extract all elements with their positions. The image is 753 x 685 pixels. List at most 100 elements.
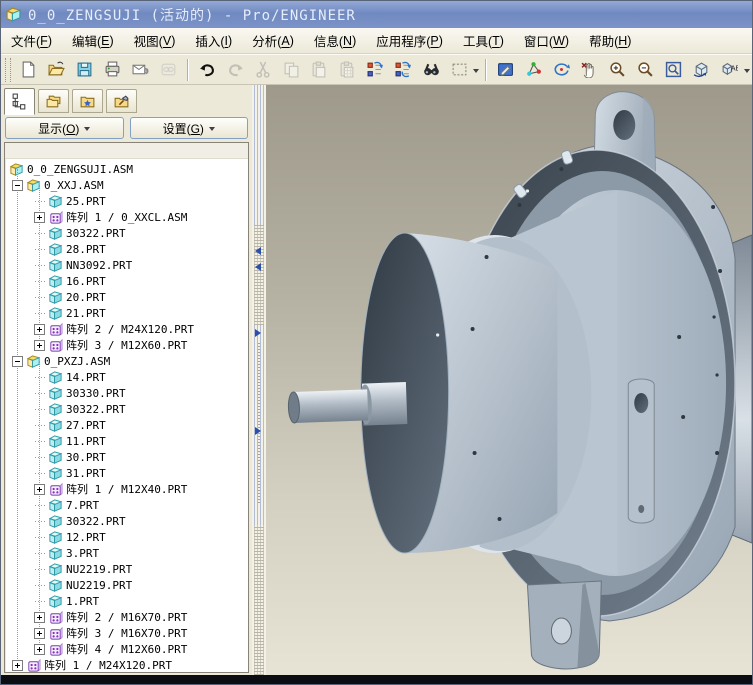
expand-plus-icon[interactable] (34, 483, 45, 495)
refit-button[interactable] (661, 57, 687, 82)
window-title: 0_0_ZENGSUJI (活动的) - Pro/ENGINEER (28, 7, 356, 24)
part-icon (48, 386, 63, 401)
tree-item-label[interactable]: 30322.PRT (66, 227, 126, 240)
expand-plus-icon[interactable] (34, 339, 45, 351)
show-menu-button[interactable]: 显示(O) (5, 117, 124, 139)
collapse-left-icon[interactable] (255, 263, 261, 271)
expand-plus-icon[interactable] (34, 627, 45, 639)
new-file-button[interactable] (16, 57, 42, 82)
undo-button[interactable] (194, 57, 220, 82)
tree-item-label[interactable]: 阵列 3 / M12X60.PRT (66, 337, 187, 353)
toolbar-grip[interactable] (5, 57, 11, 82)
tree-item-label[interactable]: 阵列 2 / M16X70.PRT (66, 609, 187, 625)
chevron-down-icon[interactable] (743, 68, 750, 76)
tree-item-label[interactable]: 0_0_ZENGSUJI.ASM (27, 163, 133, 176)
tree-item-label[interactable]: 12.PRT (66, 531, 106, 544)
menu-tools[interactable]: 工具(T) (453, 28, 514, 53)
tree-connector (34, 513, 48, 529)
reorient-button[interactable] (689, 57, 715, 82)
chevron-down-icon[interactable] (473, 68, 480, 76)
graphics-viewport[interactable] (266, 85, 752, 677)
tree-item-label[interactable]: 阵列 1 / 0_XXCL.ASM (66, 209, 187, 225)
tree-item-label[interactable]: 阵列 2 / M24X120.PRT (66, 321, 194, 337)
favorites-tab[interactable] (72, 89, 103, 113)
tree-item: 27.PRT (5, 417, 248, 433)
tree-item: 20.PRT (5, 289, 248, 305)
tree-item-label[interactable]: 31.PRT (66, 467, 106, 480)
tree-item-label[interactable]: NN3092.PRT (66, 259, 132, 272)
menu-analysis[interactable]: 分析(A) (242, 28, 304, 53)
expand-plus-icon[interactable] (34, 643, 45, 655)
tree-item-label[interactable]: NU2219.PRT (66, 579, 132, 592)
spin-center-button[interactable] (549, 57, 575, 82)
model-tree-tab[interactable] (4, 88, 35, 115)
tree-item-label[interactable]: 25.PRT (66, 195, 106, 208)
tree-item-label[interactable]: 21.PRT (66, 307, 106, 320)
menu-insert[interactable]: 插入(I) (185, 28, 242, 53)
menu-help[interactable]: 帮助(H) (579, 28, 641, 53)
expand-plus-icon[interactable] (34, 611, 45, 623)
menu-file[interactable]: 文件(F) (1, 28, 62, 53)
custom-regenerate-button[interactable] (390, 57, 416, 82)
expand-plus-icon[interactable] (12, 659, 23, 671)
menu-edit[interactable]: 编辑(E) (62, 28, 124, 53)
datum-display-button[interactable] (521, 57, 547, 82)
tree-connector (34, 305, 48, 321)
tree-item-label[interactable]: 7.PRT (66, 499, 99, 512)
save-icon (76, 61, 93, 78)
tree-item-label[interactable]: 阵列 1 / M12X40.PRT (66, 481, 187, 497)
tree-item-label[interactable]: 0_PXZJ.ASM (44, 355, 110, 368)
settings-menu-button[interactable]: 设置(G) (129, 117, 248, 139)
pattern-icon (26, 658, 41, 673)
collapse-minus-icon[interactable] (12, 355, 23, 367)
print-button[interactable] (100, 57, 126, 82)
tree-item-label[interactable]: 1.PRT (66, 595, 99, 608)
menu-info[interactable]: 信息(N) (304, 28, 366, 53)
tree-item-label[interactable]: 阵列 1 / M24X120.PRT (44, 657, 172, 672)
zoom-out-button[interactable] (633, 57, 659, 82)
connections-tab[interactable] (106, 89, 137, 113)
pan-zoom-button[interactable] (577, 57, 603, 82)
tree-item-label[interactable]: 阵列 3 / M16X70.PRT (66, 625, 187, 641)
favorites-icon (79, 93, 96, 110)
open-button[interactable] (44, 57, 70, 82)
tree-item-label[interactable]: 3.PRT (66, 547, 99, 560)
expand-right-icon[interactable] (255, 427, 261, 435)
tree-item-label[interactable]: 30330.PRT (66, 387, 126, 400)
tree-item-label[interactable]: 30322.PRT (66, 515, 126, 528)
tree-item-label[interactable]: 30322.PRT (66, 403, 126, 416)
zoom-in-button[interactable] (605, 57, 631, 82)
tree-item-label[interactable]: 28.PRT (66, 243, 106, 256)
find-button[interactable] (418, 57, 444, 82)
folder-browser-tab[interactable] (38, 89, 69, 113)
tree-item-label[interactable]: 0_XXJ.ASM (44, 179, 104, 192)
tree-item-label[interactable]: 30.PRT (66, 451, 106, 464)
save-button[interactable] (72, 57, 98, 82)
collapse-left-icon[interactable] (255, 247, 261, 255)
tree-item-label[interactable]: 阵列 4 / M12X60.PRT (66, 641, 187, 657)
tree-item-label[interactable]: 11.PRT (66, 435, 106, 448)
repaint-button[interactable] (492, 57, 518, 82)
tree-item-label[interactable]: 16.PRT (66, 275, 106, 288)
expand-right-icon[interactable] (255, 329, 261, 337)
expand-plus-icon[interactable] (34, 323, 45, 335)
panel-splitter[interactable] (252, 85, 266, 677)
select-box-button[interactable] (446, 57, 472, 82)
collapse-minus-icon[interactable] (12, 179, 23, 191)
tree-item-label[interactable]: NU2219.PRT (66, 563, 132, 576)
splitter-handle[interactable] (254, 225, 264, 325)
menu-applications[interactable]: 应用程序(P) (366, 28, 453, 53)
regenerate-button[interactable] (362, 57, 388, 82)
saved-views-button[interactable]: AB (717, 57, 743, 82)
menu-view[interactable]: 视图(V) (124, 28, 186, 53)
expand-plus-icon[interactable] (34, 211, 45, 223)
tree-item-label[interactable]: 27.PRT (66, 419, 106, 432)
tree-item-label[interactable]: 20.PRT (66, 291, 106, 304)
tree-item-label[interactable]: 14.PRT (66, 371, 106, 384)
menu-window[interactable]: 窗口(W) (514, 28, 579, 53)
splitter-handle[interactable] (254, 525, 264, 675)
tree-connector (34, 385, 48, 401)
send-email-button[interactable] (128, 57, 154, 82)
